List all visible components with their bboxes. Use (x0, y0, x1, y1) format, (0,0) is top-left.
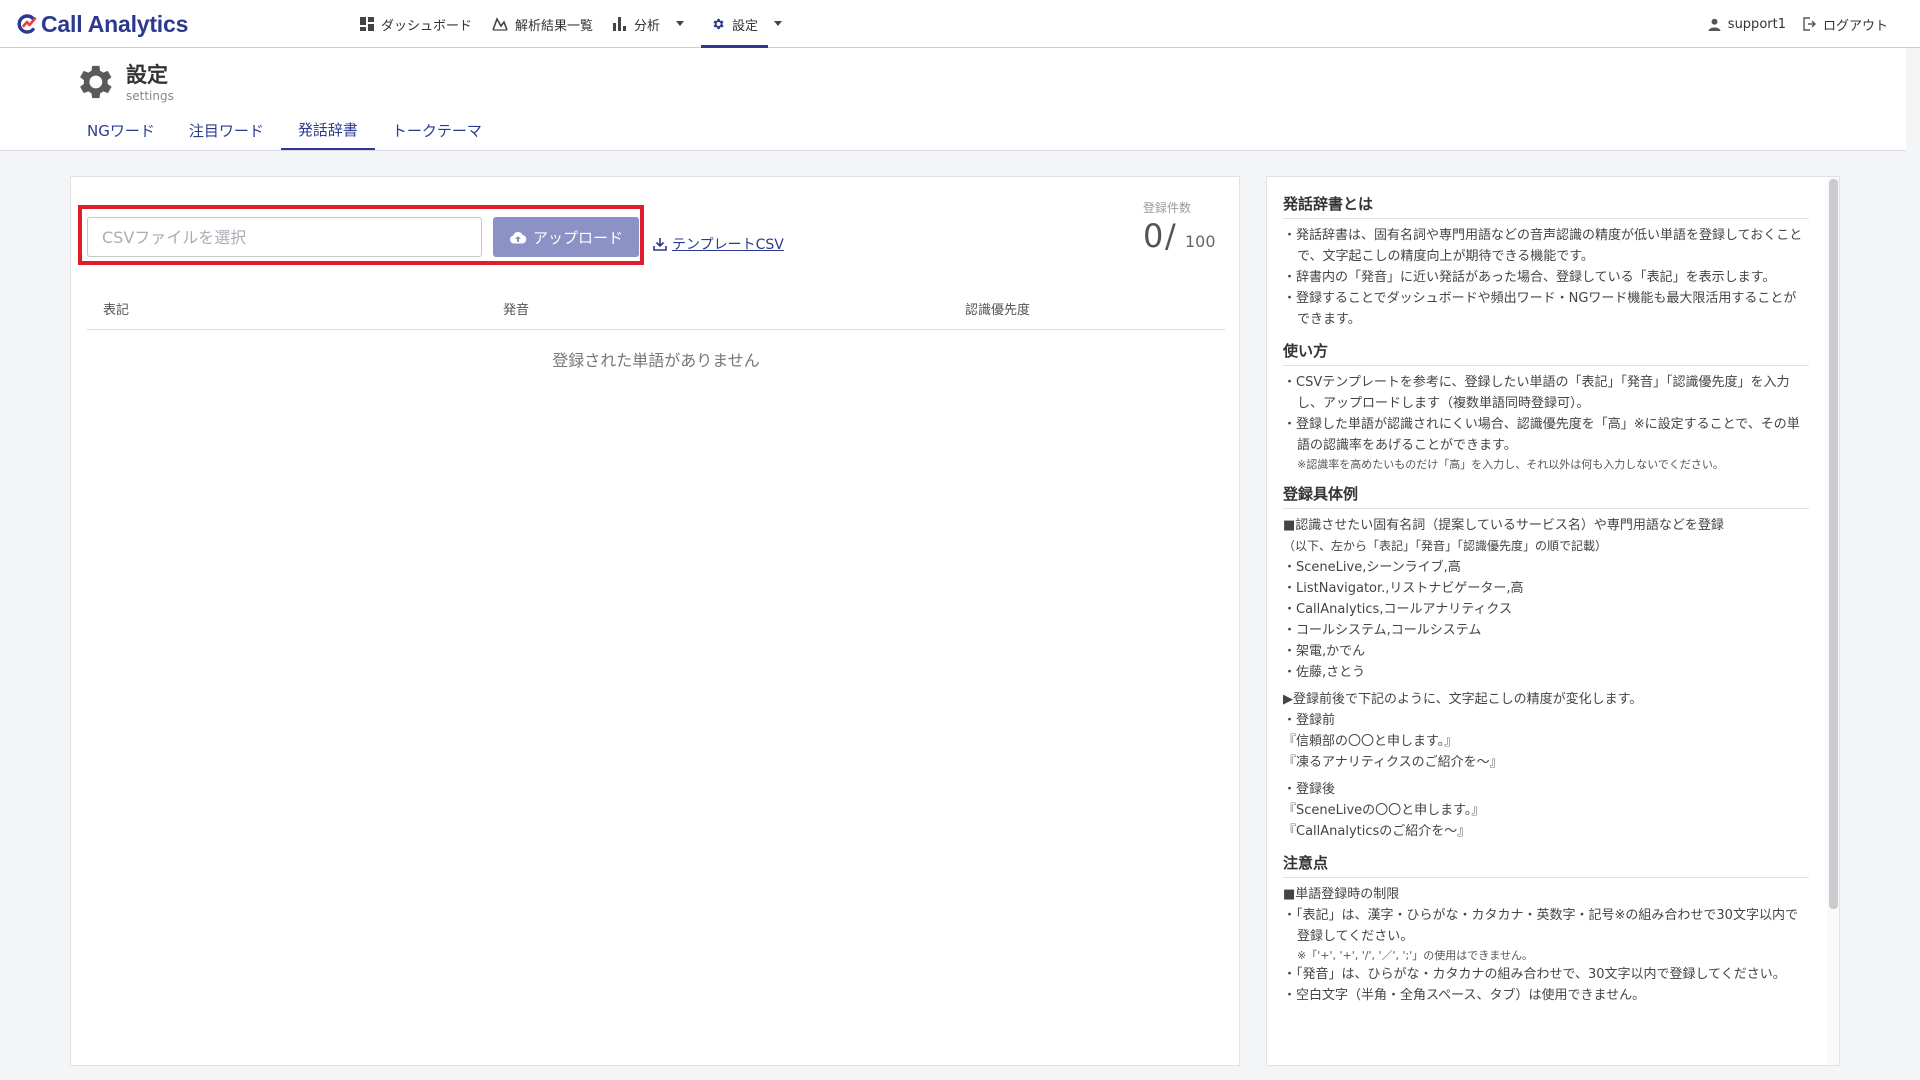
cloud-upload-icon (509, 231, 527, 243)
csv-file-input[interactable] (87, 217, 482, 257)
settings-gear-icon (80, 65, 112, 99)
nav-item-label: 解析結果一覧 (515, 18, 594, 34)
help-after-label: ・登録後 (1283, 782, 1336, 797)
column-header-pronunciation[interactable]: 発音 (503, 299, 529, 318)
help-change-intro: ▶登録前後で下記のように、文字起こしの精度が変化します。 (1283, 692, 1643, 707)
help-before-line: 『信頼部の〇〇と申します。』 (1283, 734, 1458, 749)
help-before-line: 『凍るアナリティクスのご紹介を～』 (1283, 755, 1503, 770)
help-scrollbar[interactable] (1827, 177, 1839, 1065)
tab-ng-words[interactable]: NGワード (70, 110, 172, 150)
upload-button-label: アップロード (532, 228, 623, 247)
brand-name: Call Analytics (41, 10, 189, 37)
top-navigation-bar: Call Analytics ダッシュボード 解析結果一覧 分析 設定 supp… (0, 0, 1920, 48)
help-example-item: ・コールシステム,コールシステム (1283, 623, 1482, 638)
nav-item-analysis[interactable]: 分析 (603, 0, 670, 48)
registered-count-max: 100 (1185, 232, 1216, 251)
help-examples-order: （以下、左から「表記」「発音」「認識優先度」の順で記載） (1283, 539, 1608, 553)
help-note-item: ・空白文字（半角・全角スペース、タブ）は使用できません。 (1283, 988, 1646, 1003)
help-notes-intro: ■単語登録時の制限 (1283, 887, 1400, 902)
registered-count-value: 0 (1143, 217, 1164, 255)
help-usage-title: 使い方 (1283, 340, 1809, 366)
user-area: support1 ログアウト (1692, 0, 1888, 48)
upload-button[interactable]: アップロード (493, 217, 639, 257)
brand-logo[interactable]: Call Analytics (16, 9, 188, 39)
help-example-item: ・SceneLive,シーンライブ,高 (1283, 560, 1461, 575)
help-usage-item: ・登録した単語が認識されにくい場合、認識優先度を「高」※に設定することで、その単… (1283, 417, 1800, 453)
help-notes-title: 注意点 (1283, 852, 1809, 878)
chart-line-icon (492, 17, 508, 31)
caret-down-icon (774, 21, 783, 26)
user-name: support1 (1727, 16, 1786, 32)
help-content: 発話辞書とは ・発話辞書は、固有名詞や専門用語などの音声認識の精度が低い単語を登… (1283, 193, 1809, 1006)
column-header-priority[interactable]: 認識優先度 (965, 299, 1030, 318)
dictionary-table-header: 表記 発音 認識優先度 (87, 287, 1225, 330)
help-before-label: ・登録前 (1283, 713, 1336, 728)
download-icon (653, 238, 667, 251)
analysis-dropdown-toggle[interactable] (670, 0, 701, 48)
help-example-item: ・ListNavigator.,リストナビゲーター,高 (1283, 581, 1524, 596)
nav-item-dashboard[interactable]: ダッシュボード (350, 0, 482, 48)
help-examples-intro: ■認識させたい固有名詞（提案しているサービス名）や専門用語などを登録 (1283, 518, 1724, 533)
nav-item-results[interactable]: 解析結果一覧 (482, 0, 603, 48)
main-nav: ダッシュボード 解析結果一覧 分析 設定 (350, 0, 799, 48)
logout-button[interactable]: ログアウト (1802, 15, 1888, 34)
template-csv-label: テンプレートCSV (672, 237, 784, 253)
help-usage-item: ・CSVテンプレートを参考に、登録したい単語の「表記」「発音」「認識優先度」を入… (1283, 375, 1790, 411)
page-title: 設定 (126, 63, 168, 87)
nav-item-label: ダッシュボード (381, 18, 473, 34)
help-note-item: ・「表記」は、漢字・ひらがな・カタカナ・英数字・記号※の組み合わせで30文字以内… (1283, 908, 1798, 944)
settings-dropdown-toggle[interactable] (768, 0, 799, 48)
gear-icon (713, 18, 724, 30)
help-about-item: ・辞書内の「発音」に近い発話があった場合、登録している「表記」を表示します。 (1283, 270, 1776, 285)
settings-header: 設定 settings NGワード 注目ワード 発話辞書 トークテーマ (0, 48, 1906, 151)
help-usage-note: ※認識率を高めたいものだけ「高」を入力し、それ以外は何も入力しないでください。 (1297, 458, 1724, 471)
help-scrollbar-thumb[interactable] (1829, 179, 1838, 909)
tab-talk-themes[interactable]: トークテーマ (375, 110, 499, 150)
help-note-sub: ※「'+', '+', '/', '／', ';'」の使用はできません。 (1297, 949, 1533, 962)
help-example-item: ・架電,かでん (1283, 644, 1366, 659)
template-csv-link[interactable]: テンプレートCSV (653, 234, 784, 254)
page-subtitle: settings (126, 89, 174, 103)
caret-down-icon (676, 21, 685, 26)
help-about-title: 発話辞書とは (1283, 193, 1809, 219)
logout-icon (1803, 17, 1816, 31)
dictionary-card: アップロード テンプレートCSV 登録件数 0 / 100 表記 発音 認識優先… (70, 176, 1240, 1066)
nav-item-label: 分析 (634, 18, 661, 34)
nav-item-label: 設定 (732, 18, 759, 34)
tab-speech-dictionary[interactable]: 発話辞書 (280, 110, 375, 150)
dashboard-icon (360, 17, 374, 31)
help-note-item: ・「発音」は、ひらがな・カタカナの組み合わせで、30文字以内で登録してください。 (1283, 967, 1786, 982)
user-icon (1708, 18, 1721, 31)
tab-focus-words[interactable]: 注目ワード (172, 110, 281, 150)
help-after-line: 『SceneLiveの〇〇と申します。』 (1283, 803, 1485, 818)
user-menu[interactable]: support1 (1708, 17, 1786, 32)
help-examples-title: 登録具体例 (1283, 483, 1809, 509)
empty-table-message: 登録された単語がありません (552, 351, 760, 370)
bar-chart-icon (613, 17, 627, 31)
call-analytics-logo-icon (17, 14, 37, 34)
nav-item-settings[interactable]: 設定 (701, 0, 769, 48)
column-header-notation[interactable]: 表記 (103, 299, 129, 318)
help-about-item: ・登録することでダッシュボードや頻出ワード・NGワード機能も最大限活用することが… (1283, 291, 1797, 327)
help-example-item: ・佐藤,さとう (1283, 665, 1366, 680)
registered-count-slash: / (1165, 217, 1176, 255)
help-panel: 発話辞書とは ・発話辞書は、固有名詞や専門用語などの音声認識の精度が低い単語を登… (1266, 176, 1840, 1066)
help-after-line: 『CallAnalyticsのご紹介を～』 (1283, 824, 1471, 839)
help-about-item: ・発話辞書は、固有名詞や専門用語などの音声認識の精度が低い単語を登録しておくこと… (1283, 228, 1803, 264)
registered-count-label: 登録件数 (1143, 201, 1192, 215)
settings-tabs: NGワード 注目ワード 発話辞書 トークテーマ (70, 110, 499, 150)
logout-label: ログアウト (1822, 18, 1888, 34)
help-example-item: ・CallAnalytics,コールアナリティクス (1283, 602, 1513, 617)
